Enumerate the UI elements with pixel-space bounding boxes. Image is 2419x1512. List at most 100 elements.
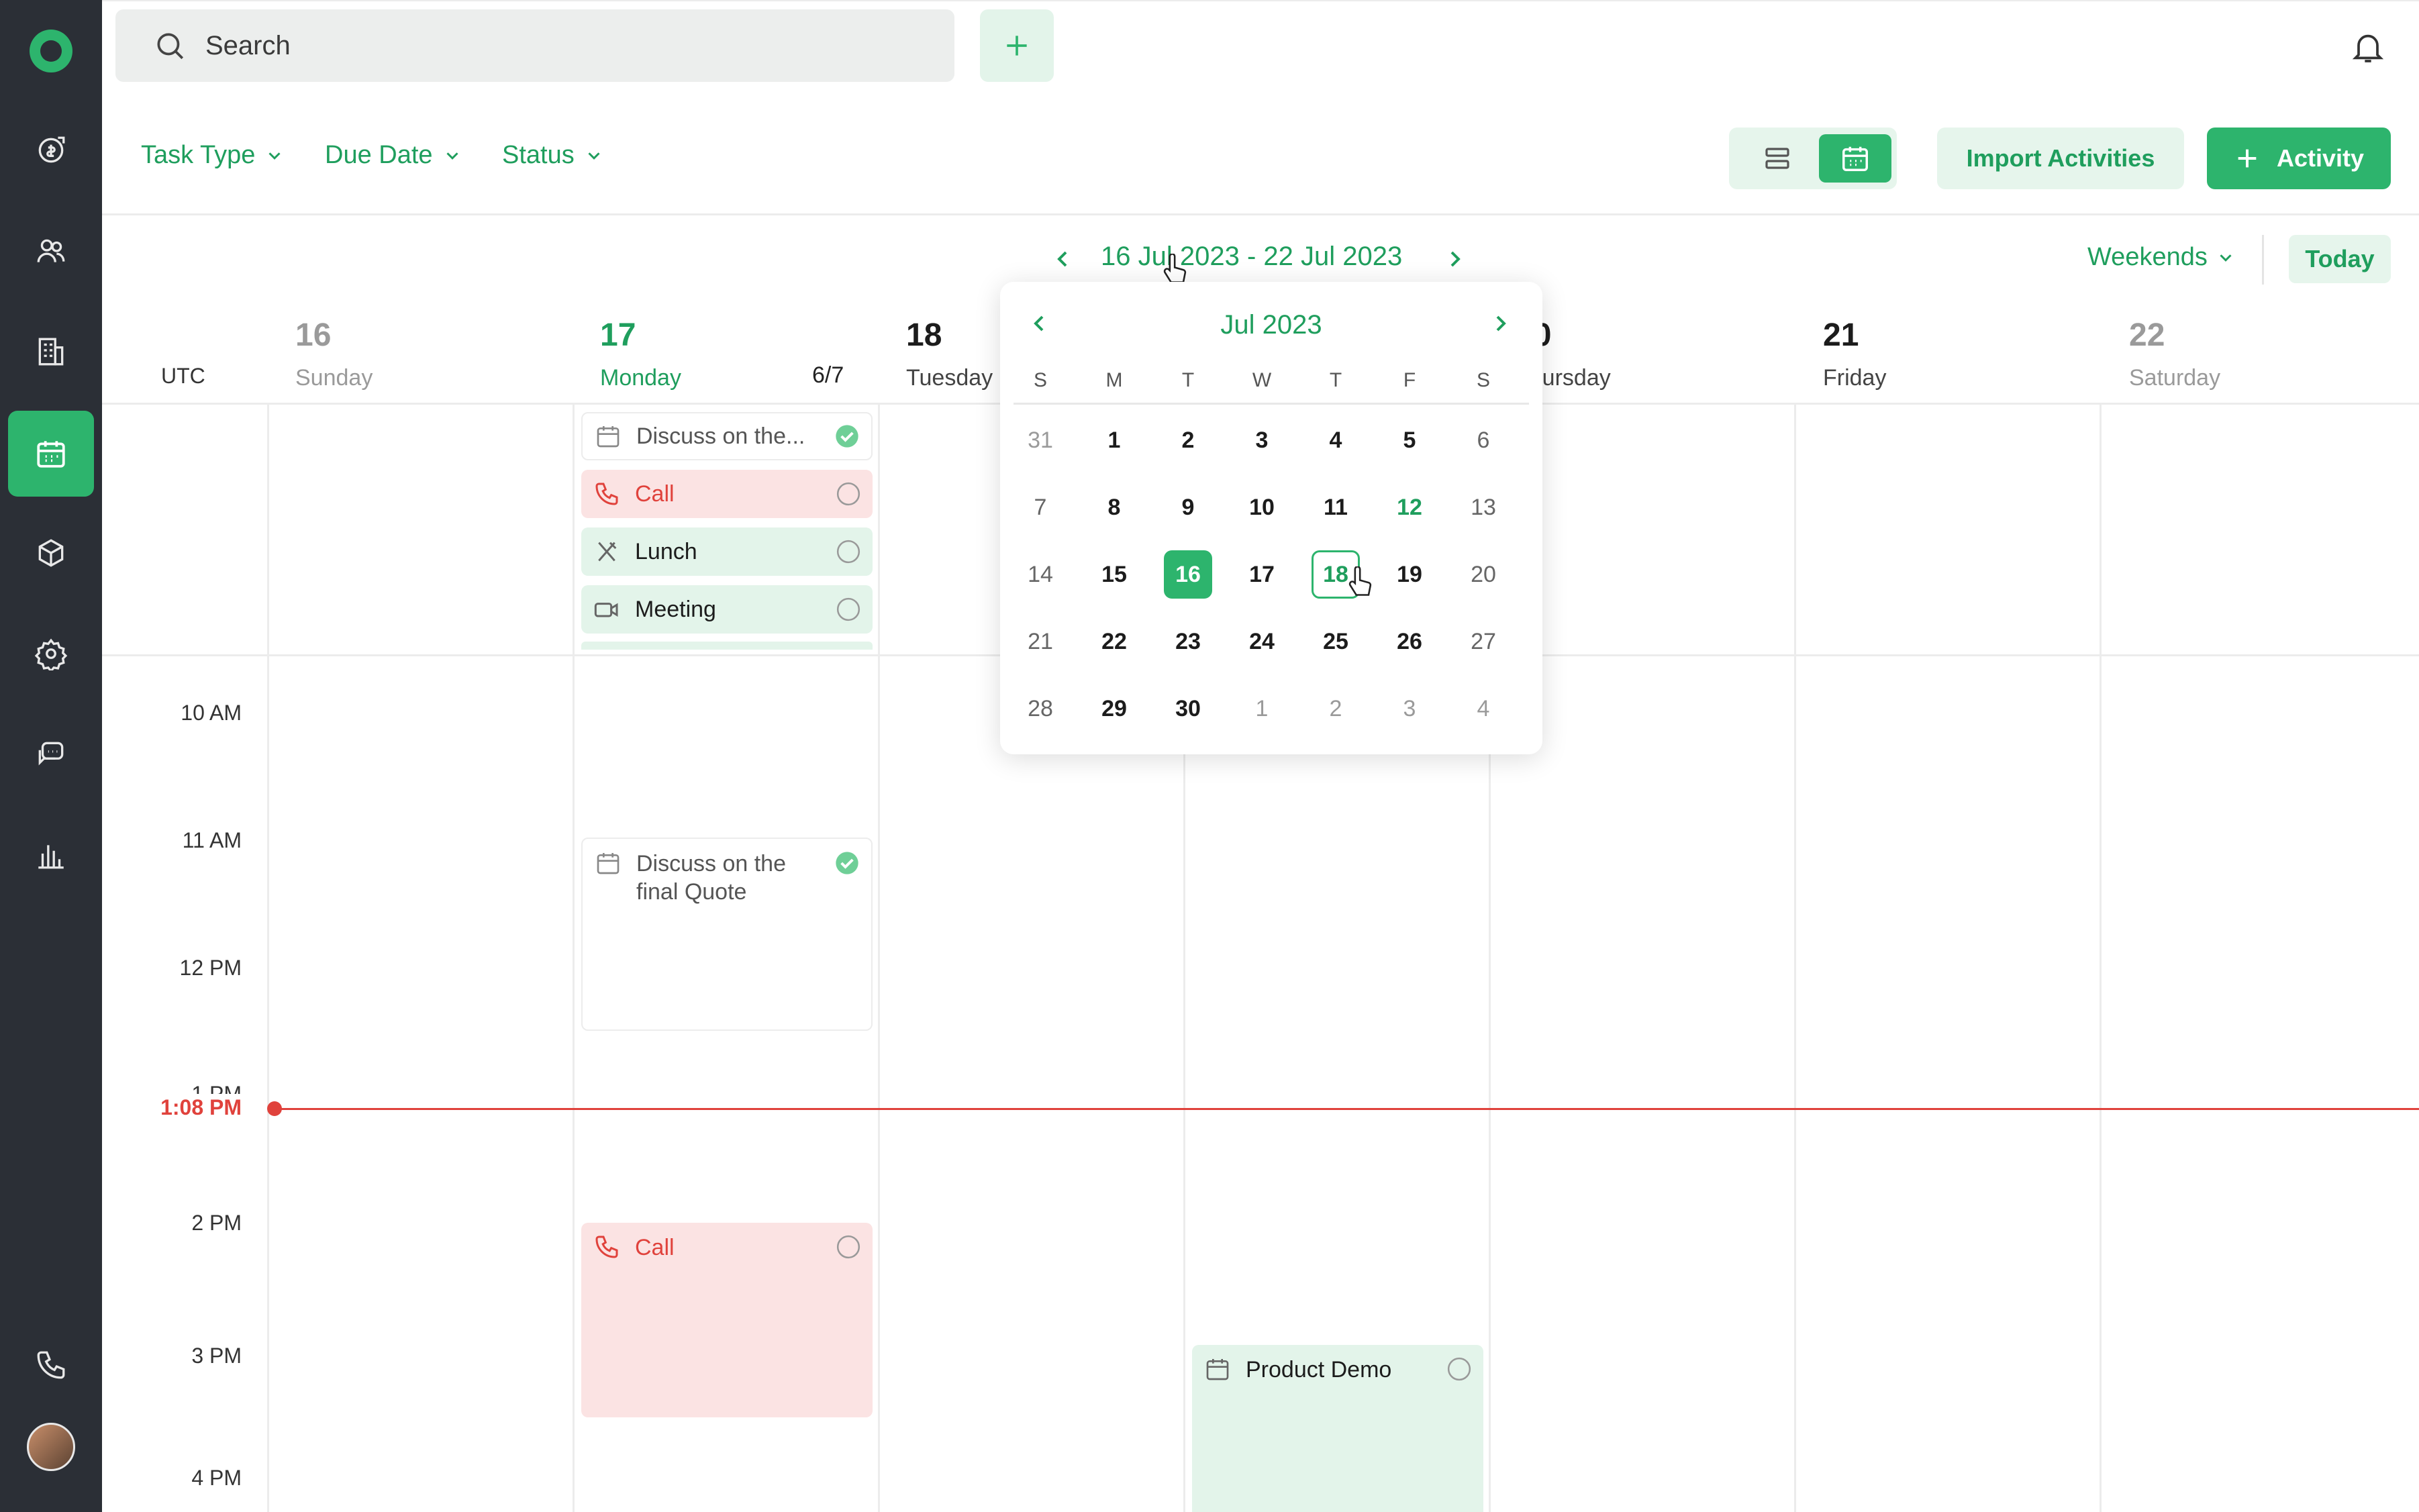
calendar-day[interactable]: 7 bbox=[1016, 483, 1065, 532]
top-border bbox=[102, 0, 2419, 1]
search-input[interactable]: Search bbox=[205, 31, 291, 61]
sidebar-item-products[interactable] bbox=[8, 510, 94, 596]
calendar-day[interactable]: 8 bbox=[1090, 483, 1138, 532]
chevron-down-icon bbox=[588, 152, 600, 160]
sidebar-item-support[interactable] bbox=[8, 711, 94, 797]
calendar-day[interactable]: 30 bbox=[1164, 685, 1212, 733]
calendar-day[interactable]: 27 bbox=[1459, 617, 1508, 666]
empty-circle-icon[interactable] bbox=[835, 481, 862, 507]
calendar-day[interactable]: 29 bbox=[1090, 685, 1138, 733]
sidebar-item-companies[interactable] bbox=[8, 309, 94, 395]
check-circle-icon[interactable] bbox=[834, 850, 860, 876]
empty-circle-icon[interactable] bbox=[835, 596, 862, 623]
calendar-day[interactable]: 6 bbox=[1459, 416, 1508, 464]
calendar-day[interactable]: 23 bbox=[1164, 617, 1212, 666]
calendar-day[interactable]: 25 bbox=[1312, 617, 1360, 666]
calendar-view-button[interactable] bbox=[1819, 134, 1891, 183]
calendar-day[interactable]: 2 bbox=[1164, 416, 1212, 464]
allday-event-call[interactable]: Call bbox=[581, 470, 873, 518]
next-month-icon[interactable] bbox=[1487, 310, 1514, 337]
calendar-day[interactable]: 11 bbox=[1312, 483, 1360, 532]
building-icon bbox=[38, 338, 64, 366]
empty-circle-icon[interactable] bbox=[835, 1233, 862, 1260]
task-count: 6/7 bbox=[812, 362, 844, 388]
calendar-day[interactable]: 14 bbox=[1016, 550, 1065, 599]
empty-circle-icon[interactable] bbox=[1446, 1356, 1473, 1382]
plus-icon bbox=[2238, 149, 2257, 168]
calendar-day[interactable]: 1 bbox=[1090, 416, 1138, 464]
weekends-toggle[interactable]: Weekends bbox=[2087, 243, 2236, 272]
calendar-day[interactable]: 21 bbox=[1016, 617, 1065, 666]
event-call[interactable]: Call bbox=[581, 1223, 873, 1417]
prev-week-icon[interactable] bbox=[1049, 246, 1076, 272]
add-activity-button[interactable]: Activity bbox=[2207, 128, 2391, 189]
calendar-day[interactable]: 12 bbox=[1385, 483, 1434, 532]
calendar-day[interactable]: 2 bbox=[1312, 685, 1360, 733]
day-number-mon: 17 bbox=[600, 317, 636, 353]
quick-add-button[interactable] bbox=[980, 9, 1054, 82]
phone-icon bbox=[37, 1351, 65, 1379]
filter-due-date[interactable]: Due Date bbox=[325, 141, 462, 170]
event-title: Discuss on the final Quote bbox=[636, 851, 786, 905]
calendar-day[interactable]: 20 bbox=[1459, 550, 1508, 599]
calendar-day[interactable]: 28 bbox=[1016, 685, 1065, 733]
sidebar-item-phone[interactable] bbox=[8, 1322, 94, 1408]
calendar-day[interactable]: 10 bbox=[1238, 483, 1286, 532]
sidebar-item-contacts[interactable] bbox=[8, 208, 94, 294]
time-label: 3 PM bbox=[191, 1344, 242, 1368]
day-name-sat: Saturday bbox=[2129, 365, 2221, 391]
allday-event-lunch[interactable]: Lunch bbox=[581, 527, 873, 576]
chevron-down-icon bbox=[268, 152, 281, 160]
bell-icon[interactable] bbox=[2349, 28, 2387, 66]
day-name-sun: Sunday bbox=[295, 365, 373, 391]
calendar-day[interactable]: 19 bbox=[1385, 550, 1434, 599]
today-button[interactable]: Today bbox=[2289, 235, 2391, 283]
calendar-day[interactable]: 15 bbox=[1090, 550, 1138, 599]
calendar-day[interactable]: 3 bbox=[1385, 685, 1434, 733]
event-title: Call bbox=[635, 1235, 675, 1260]
weekday-header: S bbox=[1476, 369, 1490, 391]
weekday-header: W bbox=[1252, 369, 1272, 391]
search-bar[interactable]: Search bbox=[115, 9, 954, 82]
phone-icon bbox=[595, 483, 618, 505]
import-activities-button[interactable]: Import Activities bbox=[1937, 128, 2184, 189]
next-week-icon[interactable] bbox=[1442, 246, 1469, 272]
list-view-button[interactable] bbox=[1744, 134, 1811, 183]
calendar-day[interactable]: 31 bbox=[1016, 416, 1065, 464]
day-name-fri: Friday bbox=[1823, 365, 1887, 391]
sidebar-item-settings[interactable] bbox=[8, 611, 94, 697]
calendar-day[interactable]: 17 bbox=[1238, 550, 1286, 599]
pointer-cursor-icon bbox=[1348, 566, 1372, 596]
calendar-day[interactable]: 22 bbox=[1090, 617, 1138, 666]
allday-event-meeting[interactable]: Meeting bbox=[581, 585, 873, 634]
calendar-icon bbox=[597, 853, 620, 874]
event-title: Call bbox=[635, 481, 675, 507]
calendar-day[interactable]: 13 bbox=[1459, 483, 1508, 532]
event-discuss-final-quote[interactable]: Discuss on the final Quote bbox=[581, 838, 873, 1031]
filter-status[interactable]: Status bbox=[502, 141, 604, 170]
calendar-day[interactable]: 3 bbox=[1238, 416, 1286, 464]
filter-task-type[interactable]: Task Type bbox=[141, 141, 285, 170]
time-label: 10 AM bbox=[181, 701, 242, 725]
calendar-day[interactable]: 9 bbox=[1164, 483, 1212, 532]
sidebar-item-reports[interactable] bbox=[8, 812, 94, 898]
calendar-day[interactable]: 4 bbox=[1312, 416, 1360, 464]
sidebar-item-deals[interactable] bbox=[8, 107, 94, 193]
avatar[interactable] bbox=[27, 1423, 75, 1471]
calendar-day[interactable]: 26 bbox=[1385, 617, 1434, 666]
calendar-day[interactable]: 5 bbox=[1385, 416, 1434, 464]
allday-event-discuss[interactable]: Discuss on the... bbox=[581, 412, 873, 460]
calendar-day[interactable]: 16 bbox=[1164, 550, 1212, 599]
calendar-day[interactable]: 24 bbox=[1238, 617, 1286, 666]
current-time-line bbox=[274, 1108, 2419, 1110]
check-circle-icon[interactable] bbox=[834, 423, 860, 450]
empty-circle-icon[interactable] bbox=[835, 538, 862, 565]
timezone-label: UTC bbox=[161, 364, 205, 388]
sidebar-item-activities[interactable] bbox=[8, 411, 94, 497]
event-product-demo[interactable]: Product Demo bbox=[1192, 1345, 1483, 1512]
calendar-day[interactable]: 1 bbox=[1238, 685, 1286, 733]
filter-due-date-label: Due Date bbox=[325, 141, 433, 169]
calendar-day[interactable]: 4 bbox=[1459, 685, 1508, 733]
date-range-label[interactable]: 16 Jul 2023 - 22 Jul 2023 bbox=[1101, 242, 1402, 272]
app-logo[interactable] bbox=[30, 30, 72, 72]
